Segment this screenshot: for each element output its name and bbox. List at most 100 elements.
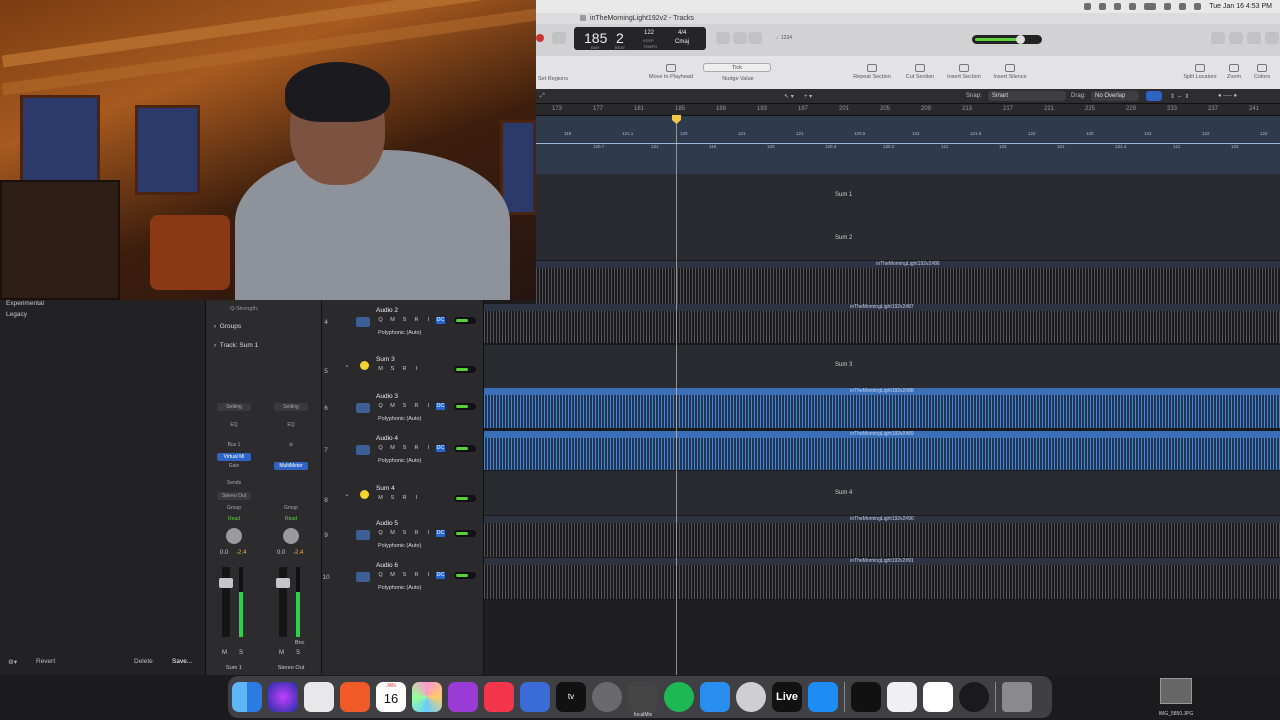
track-s-button[interactable]: S bbox=[400, 317, 409, 324]
track-name[interactable]: Audio 5 bbox=[376, 520, 398, 527]
notepad-button[interactable] bbox=[1229, 32, 1243, 44]
track-header[interactable]: 9 Audio 5 Q M S R I DC Polyphonic (Auto) bbox=[322, 516, 484, 556]
track-q-button[interactable]: Q bbox=[376, 445, 385, 452]
output-slot[interactable]: Stereo Out bbox=[217, 492, 251, 500]
solo-button[interactable]: S bbox=[239, 650, 243, 656]
track-s-button[interactable]: S bbox=[388, 366, 397, 373]
status-icon[interactable] bbox=[1129, 3, 1137, 10]
revert-button[interactable]: Revert bbox=[36, 658, 55, 665]
track-name[interactable]: Audio 6 bbox=[376, 562, 398, 569]
flex-mode-label[interactable]: Polyphonic (Auto) bbox=[378, 585, 421, 591]
track-header[interactable]: 6 Audio 3 Q M S R I DC Polyphonic (Auto) bbox=[322, 389, 484, 429]
audio-waveform-selected[interactable] bbox=[484, 438, 1280, 470]
track-name[interactable]: Audio 2 bbox=[376, 307, 398, 314]
automation-mode[interactable]: Read bbox=[217, 515, 251, 523]
master-volume-knob[interactable] bbox=[1016, 35, 1025, 44]
drag-dropdown[interactable]: No Overlap bbox=[1091, 91, 1139, 101]
gear-icon[interactable]: ⚙▾ bbox=[8, 658, 17, 666]
spotify-icon[interactable] bbox=[664, 682, 694, 712]
track-s-button[interactable]: S bbox=[400, 530, 409, 537]
track-volume-slider[interactable] bbox=[454, 445, 476, 452]
flex-mode-label[interactable]: Polyphonic (Auto) bbox=[378, 330, 421, 336]
battery-icon[interactable] bbox=[1144, 3, 1157, 10]
eq-display[interactable]: EQ bbox=[274, 421, 308, 429]
record-button[interactable] bbox=[536, 34, 544, 42]
track-disclosure[interactable]: › Track: Sum 1 bbox=[214, 342, 258, 349]
setting-button[interactable]: Setting bbox=[274, 403, 308, 411]
mute-button[interactable]: M bbox=[222, 650, 227, 656]
status-icon[interactable] bbox=[1114, 3, 1122, 10]
track-i-button[interactable]: I bbox=[412, 366, 421, 373]
playhead-line[interactable] bbox=[676, 116, 677, 675]
track-q-button[interactable]: Q bbox=[376, 317, 385, 324]
catch-icon[interactable]: ⤢ bbox=[540, 93, 545, 100]
set-regions-label[interactable]: Set Regions bbox=[538, 76, 568, 82]
input-slot[interactable]: Bus 1 bbox=[217, 441, 251, 449]
flex-icon[interactable]: ⇕ ⇔ ⇕ bbox=[1170, 93, 1189, 100]
desktop-image-icon[interactable] bbox=[1160, 678, 1192, 704]
disclosure-chevron-icon[interactable]: ⌄ bbox=[344, 361, 350, 369]
cut-section-button[interactable]: Cut Section bbox=[900, 64, 940, 80]
track-m-button[interactable]: M bbox=[388, 530, 397, 537]
track-name[interactable]: Audio 4 bbox=[376, 435, 398, 442]
track-volume-slider[interactable] bbox=[454, 495, 476, 502]
summing-lane-3[interactable] bbox=[484, 345, 1280, 388]
region-name[interactable]: inTheMorningLight192v2#86 bbox=[536, 261, 1280, 268]
track-name[interactable]: Sum 3 bbox=[376, 356, 395, 363]
menubar-clock[interactable]: Tue Jan 16 4:53 PM bbox=[1209, 3, 1272, 10]
obs-icon[interactable] bbox=[959, 682, 989, 712]
track-r-button[interactable]: R bbox=[412, 530, 421, 537]
podcasts-icon[interactable] bbox=[448, 682, 478, 712]
launchpad-icon[interactable] bbox=[304, 682, 334, 712]
music-icon[interactable] bbox=[484, 682, 514, 712]
cycle-button[interactable] bbox=[552, 32, 566, 44]
track-m-button[interactable]: M bbox=[388, 317, 397, 324]
track-header[interactable]: 7 Audio 4 Q M S R I DC Polyphonic (Auto) bbox=[322, 431, 484, 471]
browser-item-experimental[interactable]: Experimental bbox=[6, 300, 44, 307]
track-dc-button[interactable]: DC bbox=[436, 403, 445, 410]
audio-waveform[interactable] bbox=[484, 311, 1280, 343]
track-r-button[interactable]: R bbox=[412, 572, 421, 579]
app-store-icon[interactable] bbox=[808, 682, 838, 712]
search-icon[interactable] bbox=[1179, 3, 1187, 10]
brave-browser-icon[interactable] bbox=[340, 682, 370, 712]
photos-icon[interactable] bbox=[412, 682, 442, 712]
flex-mode-label[interactable]: Polyphonic (Auto) bbox=[378, 416, 421, 422]
lcd-display[interactable]: 185 2 BAR BEAT 122 KEEP TEMPO 4/4 Cmaj bbox=[574, 27, 706, 50]
track-volume-slider[interactable] bbox=[454, 572, 476, 579]
volume-fader-cap[interactable] bbox=[219, 578, 233, 588]
region-name[interactable]: inTheMorningLight192v2#88 bbox=[484, 388, 1280, 395]
track-volume-slider[interactable] bbox=[454, 403, 476, 410]
repeat-section-button[interactable]: Repeat Section bbox=[848, 64, 896, 80]
group-slot[interactable]: Group bbox=[217, 504, 251, 512]
empty-arrange-area[interactable] bbox=[484, 600, 1280, 675]
track-i-button[interactable]: I bbox=[424, 403, 433, 410]
bounce-button[interactable]: Bnc bbox=[295, 640, 304, 646]
zoom-button[interactable]: Zoom bbox=[1224, 64, 1244, 80]
region-name[interactable]: inTheMorningLight192v2#89 bbox=[484, 431, 1280, 438]
setting-button[interactable]: Setting bbox=[217, 403, 251, 411]
zoom-slider-icon[interactable]: ● ── ● bbox=[1218, 93, 1237, 99]
summing-lane-4[interactable] bbox=[484, 471, 1280, 515]
block-app-icon[interactable] bbox=[520, 682, 550, 712]
split-locators-button[interactable]: Split Locators bbox=[1178, 64, 1222, 80]
track-r-button[interactable]: R bbox=[412, 403, 421, 410]
plugin-slot[interactable]: Virtual Mi bbox=[217, 453, 251, 461]
track-header[interactable]: 4 Audio 2 Q M S R I DC Polyphonic (Auto) bbox=[322, 303, 484, 343]
pencil-tool-icon[interactable]: + ▾ bbox=[804, 93, 812, 100]
track-q-button[interactable]: Q bbox=[376, 530, 385, 537]
snap-dropdown[interactable]: Smart bbox=[988, 91, 1066, 101]
colors-button[interactable]: Colors bbox=[1250, 64, 1274, 80]
pliant-icon[interactable] bbox=[887, 682, 917, 712]
delete-button[interactable]: Delete bbox=[134, 658, 153, 665]
audio-waveform-selected[interactable] bbox=[484, 395, 1280, 428]
track-i-button[interactable]: I bbox=[424, 317, 433, 324]
track-m-button[interactable]: M bbox=[376, 495, 385, 502]
list-editors-button[interactable] bbox=[1211, 32, 1225, 44]
apple-tv-icon[interactable]: tv bbox=[556, 682, 586, 712]
track-q-button[interactable]: Q bbox=[376, 572, 385, 579]
splice-icon[interactable] bbox=[923, 682, 953, 712]
logic-pro-icon[interactable] bbox=[736, 682, 766, 712]
track-i-button[interactable]: I bbox=[412, 495, 421, 502]
eq-display[interactable]: EQ bbox=[217, 421, 251, 429]
